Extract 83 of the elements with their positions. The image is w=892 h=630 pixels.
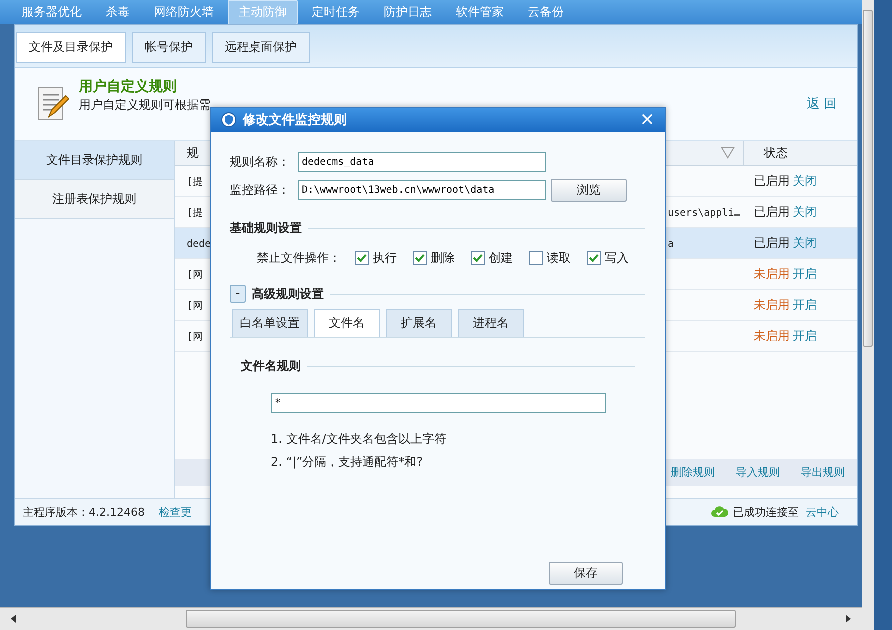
table-cell: users\appli… [668, 208, 740, 219]
field-label: 禁止文件操作： [257, 250, 342, 266]
update-link[interactable]: 检查更 [158, 504, 192, 520]
checkbox-label: 写入 [605, 250, 630, 266]
back-link[interactable]: 返 回 [806, 95, 837, 113]
toggle-link[interactable]: 开启 [793, 328, 817, 342]
checkbox-label: 删除 [431, 250, 456, 266]
checkbox[interactable] [471, 251, 486, 265]
status-text: 未启用 [754, 266, 790, 280]
checkbox[interactable] [529, 251, 544, 265]
action-link[interactable]: 删除规则 [671, 465, 715, 480]
close-button[interactable]: × [640, 111, 655, 129]
input-field[interactable]: D:\wwwroot\13web.cn\wwwroot\data [298, 180, 546, 200]
nav-tab[interactable]: 软件管家 [446, 0, 514, 24]
table-cell: [网 [187, 332, 204, 342]
nav-tab[interactable]: 云备份 [518, 0, 574, 24]
scroll-left-icon[interactable] [10, 615, 18, 623]
sidebar-item[interactable]: 注册表保护规则 [15, 180, 174, 219]
shield-icon [221, 112, 237, 128]
checkbox[interactable] [587, 251, 602, 265]
tab[interactable]: 白名单设置 [232, 309, 308, 337]
section-title: 基础规则设置 [230, 220, 302, 237]
nav-tab[interactable]: 服务器优化 [12, 0, 92, 24]
vertical-scrollbar[interactable] [862, 0, 874, 630]
field-label: 规则名称： [230, 154, 291, 170]
table-cell: [网 [187, 270, 204, 280]
toggle-link[interactable]: 开启 [793, 298, 817, 312]
action-link[interactable]: 导入规则 [736, 465, 780, 480]
section-description: 用户自定义规则可根据需 [79, 97, 211, 114]
toggle-link[interactable]: 开启 [793, 266, 817, 280]
checkbox-label: 读取 [547, 250, 572, 266]
scroll-right-icon[interactable] [844, 615, 852, 623]
column-header[interactable]: 状态 [744, 144, 857, 162]
section-title: 用户自定义规则 [79, 78, 178, 96]
checkbox-label: 执行 [373, 250, 398, 266]
toggle-link[interactable]: 关闭 [793, 204, 817, 218]
tab[interactable]: 扩展名 [386, 309, 452, 337]
tab[interactable]: 帐号保护 [132, 32, 206, 63]
horizontal-scrollbar[interactable] [0, 607, 862, 630]
action-link[interactable]: 导出规则 [801, 465, 845, 480]
dialog-title: 修改文件监控规则 [243, 112, 347, 129]
note-text: 1. 文件名/文件夹名包含以上字符 [271, 431, 448, 448]
status-text: 未启用 [754, 298, 790, 312]
nav-tab[interactable]: 防护日志 [374, 0, 442, 24]
connection-text: 已成功连接至 [733, 504, 799, 520]
table-cell: [网 [187, 300, 204, 312]
checkbox-label: 创建 [489, 250, 514, 266]
version-text: 主程序版本：4.2.12468 [23, 504, 145, 520]
toggle-link[interactable]: 关闭 [793, 174, 817, 188]
status-text: 已启用 [754, 174, 790, 188]
collapse-button[interactable]: - [230, 285, 246, 303]
table-cell: a [668, 239, 674, 250]
cloud-center-link[interactable]: 云中心 [806, 504, 839, 520]
toggle-link[interactable]: 关闭 [793, 236, 817, 250]
field-label: 监控路径： [230, 182, 291, 198]
scroll-thumb[interactable] [863, 10, 873, 347]
status-text: 未启用 [754, 328, 790, 342]
note-text: 2. “|”分隔，支持通配符*和? [271, 454, 424, 471]
filter-icon[interactable] [721, 147, 735, 159]
input-field[interactable]: dedecms_data [298, 152, 546, 172]
tab[interactable]: 进程名 [458, 309, 524, 337]
status-text: 已启用 [754, 236, 790, 250]
status-text: 已启用 [754, 204, 790, 218]
section-title: 高级规则设置 [252, 286, 324, 302]
save-button[interactable]: 保存 [549, 562, 623, 585]
tab[interactable]: 文件及目录保护 [16, 32, 126, 63]
table-cell: dede [187, 239, 212, 250]
checkbox[interactable] [413, 251, 428, 265]
scroll-thumb[interactable] [186, 610, 736, 628]
nav-tab[interactable]: 定时任务 [302, 0, 370, 24]
nav-tab[interactable]: 杀毒 [96, 0, 140, 24]
checkbox[interactable] [355, 251, 370, 265]
input-field[interactable]: * [271, 393, 606, 413]
tab[interactable]: 远程桌面保护 [212, 32, 310, 63]
sidebar-item[interactable]: 文件目录保护规则 [15, 141, 174, 180]
cloud-check-icon [711, 506, 729, 518]
table-cell: [提 [187, 208, 204, 218]
table-cell: [提 [187, 176, 204, 188]
browse-button[interactable]: 浏览 [551, 178, 627, 202]
tab[interactable]: 文件名 [314, 309, 380, 337]
notepad-pencil-icon [37, 85, 69, 123]
nav-tab[interactable]: 网络防火墙 [144, 0, 224, 24]
section-title: 文件名规则 [241, 358, 301, 375]
